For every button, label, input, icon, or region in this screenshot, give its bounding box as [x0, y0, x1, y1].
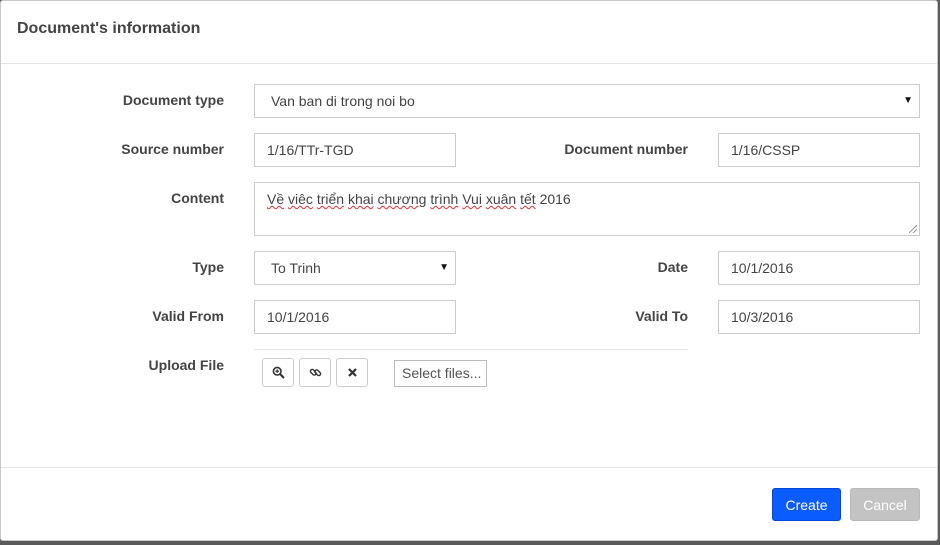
- content-textarea[interactable]: Về viêc triển khai chương trình Vui xuân…: [254, 182, 920, 236]
- select-files-button[interactable]: Select files...: [394, 360, 487, 387]
- remove-icon: [347, 368, 357, 377]
- remove-button[interactable]: [336, 358, 368, 387]
- content-label: Content: [171, 190, 224, 206]
- dropdown-caret-icon: ▼: [903, 95, 913, 106]
- date-input[interactable]: 10/1/2016: [718, 251, 920, 285]
- zoom-in-button[interactable]: [262, 358, 294, 387]
- create-button[interactable]: Create: [772, 488, 841, 521]
- content-word: Vui: [462, 191, 482, 207]
- content-word: xuân: [485, 191, 517, 207]
- modal-title: Document's information: [17, 20, 201, 37]
- date-label: Date: [657, 259, 688, 275]
- document-number-input[interactable]: 1/16/CSSP: [718, 133, 920, 167]
- link-icon: [309, 368, 321, 377]
- source-number-label: Source number: [121, 141, 224, 157]
- upload-file-label: Upload File: [148, 357, 224, 373]
- dropdown-caret-icon: ▼: [439, 262, 449, 273]
- upload-divider: [254, 349, 688, 350]
- content-word: triển: [316, 191, 345, 207]
- modal-footer-divider: [1, 467, 937, 468]
- cancel-button[interactable]: Cancel: [850, 488, 920, 521]
- content-word: chương: [377, 191, 427, 207]
- zoom-in-icon: [272, 366, 285, 379]
- valid-from-label: Valid From: [152, 308, 224, 324]
- document-type-label: Document type: [122, 92, 224, 108]
- content-word: trình: [430, 191, 459, 207]
- content-word: 2016: [539, 191, 571, 207]
- content-word: Về: [267, 191, 285, 207]
- document-info-modal: Document's information Document type Van…: [0, 0, 938, 541]
- content-word: tết: [520, 191, 536, 207]
- valid-to-label: Valid To: [635, 308, 688, 324]
- document-type-value: Van ban di trong noi bo: [271, 93, 415, 109]
- source-number-input[interactable]: 1/16/TTr-TGD: [254, 133, 456, 167]
- content-word: khai: [347, 191, 374, 207]
- document-number-label: Document number: [564, 141, 688, 157]
- content-word: viêc: [288, 191, 313, 207]
- type-value: To Trinh: [271, 260, 321, 276]
- document-type-select[interactable]: Van ban di trong noi bo ▼: [254, 84, 920, 118]
- type-select[interactable]: To Trinh ▼: [254, 251, 456, 285]
- valid-from-input[interactable]: 10/1/2016: [254, 300, 456, 334]
- modal-header: Document's information: [1, 1, 937, 64]
- valid-to-input[interactable]: 10/3/2016: [718, 300, 920, 334]
- resize-grip-icon[interactable]: [909, 225, 917, 233]
- link-button[interactable]: [299, 358, 331, 387]
- type-label: Type: [192, 259, 224, 275]
